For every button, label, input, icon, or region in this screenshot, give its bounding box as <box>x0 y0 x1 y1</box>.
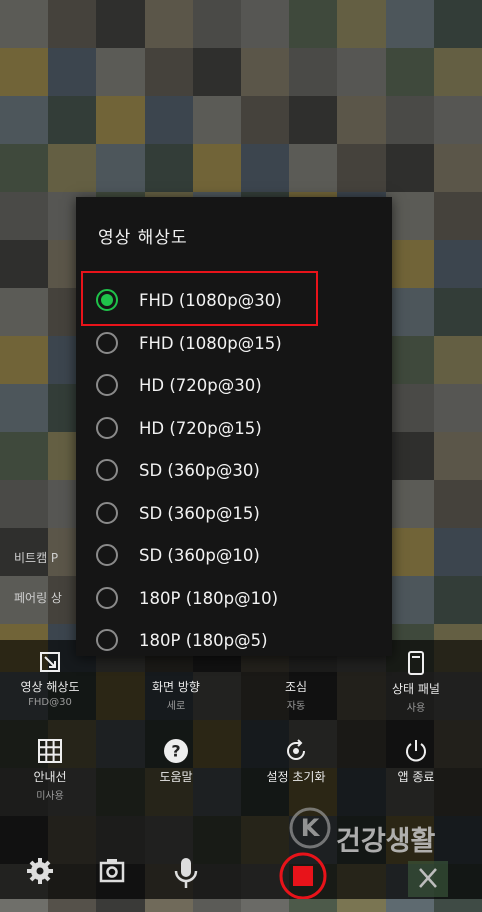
option-label: FHD (1080p@15) <box>139 333 282 353</box>
settings-icon[interactable] <box>26 857 54 885</box>
option-label: HD (720p@15) <box>139 418 262 438</box>
radio-button[interactable] <box>96 332 118 354</box>
help-icon: ? <box>164 739 188 763</box>
resolution-option[interactable]: HD (720p@15) <box>96 409 376 447</box>
guideline-control[interactable]: 안내선 미사용 <box>0 738 100 802</box>
watermark-letter: K <box>301 814 321 842</box>
control-label: 설정 초기화 <box>266 770 326 784</box>
flash-control[interactable]: 조심 자동 <box>246 650 346 712</box>
option-label: HD (720p@30) <box>139 375 262 395</box>
camera-icon[interactable] <box>98 857 126 885</box>
radio-button[interactable] <box>96 629 118 651</box>
option-label: SD (360p@30) <box>139 460 260 480</box>
option-label: SD (360p@10) <box>139 545 260 565</box>
background-label: 페어링 상 <box>14 591 62 605</box>
status-panel-icon <box>408 651 424 675</box>
control-value: 자동 <box>286 701 306 712</box>
selection-highlight <box>81 271 318 326</box>
resolution-option[interactable]: FHD (1080p@15) <box>96 324 376 362</box>
control-label: 조심 <box>284 680 308 694</box>
svg-text:?: ? <box>171 742 180 761</box>
video-resolution-control[interactable]: 영상 해상도 FHD@30 <box>0 650 100 708</box>
radio-button[interactable] <box>96 459 118 481</box>
control-label: 화면 방향 <box>152 680 200 694</box>
radio-button[interactable] <box>96 502 118 524</box>
option-label: 180P (180p@5) <box>139 630 268 650</box>
power-icon <box>406 740 426 762</box>
help-control[interactable]: ? 도움말 <box>126 738 226 785</box>
resize-icon <box>40 652 60 672</box>
control-value: 미사용 <box>36 791 64 802</box>
reset-icon <box>287 739 305 760</box>
radio-button[interactable] <box>96 587 118 609</box>
option-label: 180P (180p@10) <box>139 588 279 608</box>
radio-button[interactable] <box>96 417 118 439</box>
resolution-option[interactable]: SD (360p@15) <box>96 494 376 532</box>
reset-settings-control[interactable]: 설정 초기화 <box>246 738 346 785</box>
exit-app-control[interactable]: 앱 종료 <box>366 738 466 785</box>
resolution-option[interactable]: 180P (180p@5) <box>96 621 376 659</box>
resolution-option[interactable]: SD (360p@30) <box>96 451 376 489</box>
radio-button[interactable] <box>96 544 118 566</box>
microphone-icon[interactable] <box>172 857 200 889</box>
resolution-dialog: 영상 해상도 FHD (1080p@30) FHD (1080p@15) HD … <box>76 197 392 656</box>
bottom-toolbar <box>0 845 482 899</box>
background-label: 비트캠 P <box>14 551 59 565</box>
control-value: 세로 <box>166 701 186 712</box>
resolution-option[interactable]: 180P (180p@10) <box>96 579 376 617</box>
dialog-title: 영상 해상도 <box>98 228 188 248</box>
control-label: 도움말 <box>159 770 193 784</box>
record-stop-icon[interactable] <box>276 849 330 899</box>
radio-button[interactable] <box>96 374 118 396</box>
control-label: 안내선 <box>33 770 67 784</box>
screen-orientation-control[interactable]: 화면 방향 세로 <box>126 650 226 712</box>
grid-icon <box>38 739 62 763</box>
close-icon[interactable] <box>408 861 448 897</box>
option-label: SD (360p@15) <box>139 503 260 523</box>
status-panel-control[interactable]: 상태 패널 사용 <box>366 650 466 714</box>
control-label: 영상 해상도 <box>20 680 80 694</box>
resolution-option[interactable]: HD (720p@30) <box>96 366 376 404</box>
control-label: 상태 패널 <box>392 682 440 696</box>
control-value: 사용 <box>406 703 426 714</box>
control-label: 앱 종료 <box>397 770 435 784</box>
resolution-option[interactable]: SD (360p@10) <box>96 536 376 574</box>
control-value: FHD@30 <box>28 697 72 708</box>
